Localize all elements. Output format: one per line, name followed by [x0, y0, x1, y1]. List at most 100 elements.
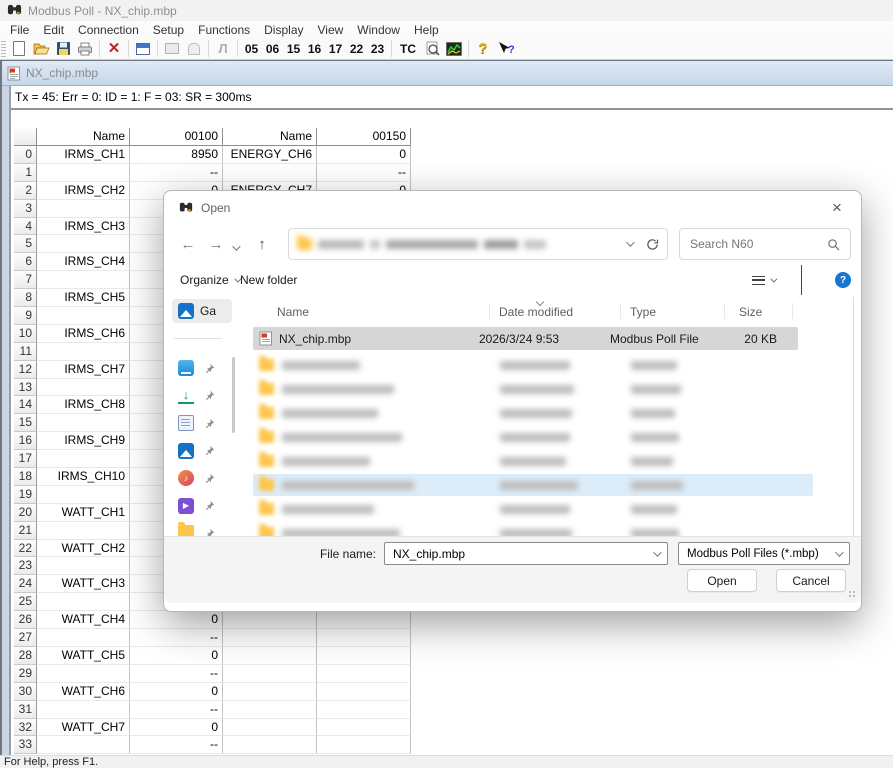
grid-cell-value2[interactable] [317, 647, 411, 665]
column-header-date-modified[interactable]: Date modified [499, 301, 573, 323]
column-header-type[interactable]: Type [630, 301, 656, 323]
pulse-button[interactable]: Л [212, 39, 234, 58]
grid-cell-value[interactable]: -- [130, 665, 223, 683]
cancel-button[interactable]: Cancel [776, 569, 846, 592]
file-type-select[interactable]: Modbus Poll Files (*.mbp) [678, 542, 850, 565]
sidebar-item-pictures[interactable] [178, 442, 228, 460]
grid-cell-name[interactable] [37, 701, 130, 719]
address-bar[interactable] [288, 228, 668, 260]
grid-cell-name[interactable] [37, 629, 130, 647]
grid-cell-name[interactable]: IRMS_CH6 [37, 325, 130, 343]
file-row-selected[interactable]: NX_chip.mbp 2026/3/24 9:53 Modbus Poll F… [253, 327, 798, 350]
grid-cell-name[interactable]: WATT_CH1 [37, 504, 130, 522]
sidebar-item-documents[interactable] [178, 414, 228, 432]
grid-cell-name[interactable] [37, 343, 130, 361]
grid-cell-name[interactable]: WATT_CH4 [37, 611, 130, 629]
dialog-close-button[interactable]: × [825, 196, 849, 220]
grid-cell-name[interactable] [37, 736, 130, 754]
recent-locations-button[interactable] [232, 240, 238, 254]
chevron-down-icon[interactable] [653, 548, 661, 556]
grid-cell-name2[interactable]: ENERGY_CH6 [223, 146, 317, 164]
test-center-button[interactable]: TC [395, 39, 421, 58]
grid-cell-name[interactable] [37, 414, 130, 432]
toolbar-grip[interactable] [1, 41, 6, 57]
grid-cell-value[interactable]: 0 [130, 611, 223, 629]
function-23-button[interactable]: 23 [367, 39, 388, 58]
grid-cell-value[interactable]: -- [130, 701, 223, 719]
sidebar-scrollbar[interactable] [232, 357, 235, 433]
grid-cell-name[interactable]: IRMS_CH5 [37, 289, 130, 307]
grid-cell-name[interactable]: IRMS_CH2 [37, 182, 130, 200]
function-05-button[interactable]: 05 [241, 39, 262, 58]
grid-cell-name[interactable] [37, 450, 130, 468]
grid-cell-name[interactable] [37, 486, 130, 504]
sidebar-item-gallery[interactable]: Ga [172, 299, 232, 323]
grid-cell-name[interactable]: IRMS_CH8 [37, 396, 130, 414]
grid-cell-name[interactable] [37, 235, 130, 253]
forward-button[interactable]: → [206, 236, 226, 253]
grid-cell-name[interactable]: WATT_CH2 [37, 540, 130, 558]
file-list-scrollbar[interactable] [853, 297, 854, 536]
file-row-blurred[interactable] [253, 354, 798, 376]
function-16-button[interactable]: 16 [304, 39, 325, 58]
grid-cell-name[interactable]: WATT_CH7 [37, 719, 130, 737]
preview-pane-button[interactable] [801, 266, 806, 294]
grid-cell-name[interactable] [37, 593, 130, 611]
grid-cell-name2[interactable] [223, 701, 317, 719]
view-mode-button[interactable] [752, 276, 775, 285]
new-file-button[interactable] [8, 39, 30, 58]
menu-file[interactable]: File [3, 22, 36, 38]
grid-cell-name2[interactable] [223, 647, 317, 665]
menu-edit[interactable]: Edit [36, 22, 71, 38]
new-folder-button[interactable]: New folder [240, 273, 297, 287]
grid-cell-value[interactable]: 8950 [130, 146, 223, 164]
grid-cell-name2[interactable] [223, 736, 317, 754]
setup-window-button[interactable] [132, 39, 154, 58]
grid-cell-value2[interactable] [317, 629, 411, 647]
grid-cell-name[interactable]: IRMS_CH4 [37, 253, 130, 271]
menu-window[interactable]: Window [350, 22, 407, 38]
file-row-blurred[interactable] [253, 378, 798, 400]
file-row-blurred[interactable] [253, 426, 798, 448]
grid-cell-value2[interactable] [317, 736, 411, 754]
grid-cell-value[interactable]: 0 [130, 719, 223, 737]
print-button[interactable] [74, 39, 96, 58]
help-button[interactable]: ? [472, 39, 494, 58]
grid-cell-name[interactable]: IRMS_CH7 [37, 361, 130, 379]
menu-functions[interactable]: Functions [191, 22, 257, 38]
sidebar-item-downloads[interactable]: ↓ [178, 387, 228, 405]
grid-cell-name[interactable] [37, 522, 130, 540]
search-box[interactable]: Search N60 [679, 228, 851, 260]
disconnect-button[interactable]: ✕ [103, 39, 125, 58]
grid-cell-name[interactable] [37, 307, 130, 325]
dialog-help-button[interactable]: ? [835, 272, 851, 288]
resize-grip[interactable] [849, 591, 857, 599]
menu-display[interactable]: Display [257, 22, 310, 38]
open-file-button[interactable] [30, 39, 52, 58]
context-help-button[interactable]: ? [494, 39, 520, 58]
grid-cell-value[interactable]: -- [130, 164, 223, 182]
grid-cell-value2[interactable] [317, 665, 411, 683]
grid-cell-name[interactable]: WATT_CH6 [37, 683, 130, 701]
grid-cell-value[interactable]: -- [130, 629, 223, 647]
grid-cell-name[interactable]: IRMS_CH10 [37, 468, 130, 486]
grid-cell-name2[interactable] [223, 611, 317, 629]
file-row-blurred[interactable] [253, 450, 798, 472]
document-titlebar[interactable]: NX_chip.mbp [2, 60, 893, 86]
grid-cell-value[interactable]: 0 [130, 683, 223, 701]
organize-button[interactable]: Organize [180, 273, 239, 287]
grid-cell-name[interactable]: IRMS_CH1 [37, 146, 130, 164]
grid-cell-name[interactable]: WATT_CH5 [37, 647, 130, 665]
function-15-button[interactable]: 15 [283, 39, 304, 58]
grid-cell-name2[interactable] [223, 683, 317, 701]
communication-traffic-button[interactable] [161, 39, 183, 58]
sidebar-item-music[interactable]: ♪ [178, 469, 228, 487]
menu-setup[interactable]: Setup [146, 22, 191, 38]
grid-cell-value2[interactable] [317, 701, 411, 719]
grid-cell-value2[interactable]: -- [317, 164, 411, 182]
sidebar-item-videos[interactable]: ▶ [178, 497, 228, 515]
grid-cell-value[interactable]: 0 [130, 647, 223, 665]
up-button[interactable]: ↑ [252, 236, 272, 253]
dialog-titlebar[interactable]: Open × [164, 191, 861, 225]
grid-cell-value2[interactable]: 0 [317, 146, 411, 164]
